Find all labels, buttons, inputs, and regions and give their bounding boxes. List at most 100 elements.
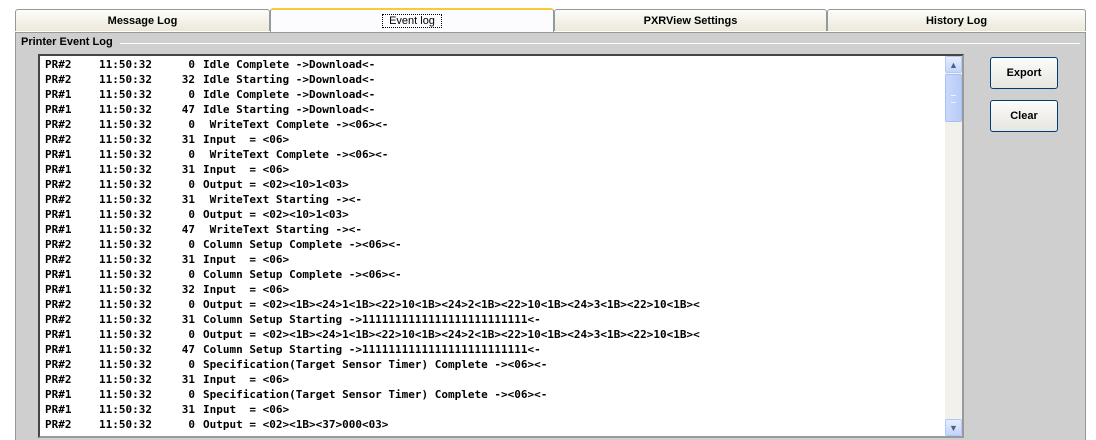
log-printer-id: PR#1 bbox=[45, 163, 72, 176]
log-message: Output = <02><1B><24>1<1B><22>10<1B><24>… bbox=[203, 298, 700, 311]
log-entry[interactable]: PR#1 11:50:32 31 Input = <06> bbox=[45, 403, 939, 418]
tab-history-log[interactable]: History Log bbox=[827, 9, 1086, 31]
log-entry[interactable]: PR#1 11:50:32 0 WriteText Complete -><06><… bbox=[45, 148, 939, 163]
log-code: 31 bbox=[181, 133, 195, 146]
tab-label: PXRView Settings bbox=[643, 14, 738, 27]
tab-event-log[interactable]: Event log bbox=[270, 8, 554, 32]
log-time: 11:50:32 bbox=[99, 148, 152, 161]
log-message: Column Setup Complete -><06><- bbox=[203, 268, 402, 281]
log-entry[interactable]: PR#1 11:50:32 0 Column Setup Complete -><06… bbox=[45, 268, 939, 283]
log-entry[interactable]: PR#2 11:50:32 31 Input = <06> bbox=[45, 253, 939, 268]
log-printer-id: PR#1 bbox=[45, 343, 72, 356]
log-time: 11:50:32 bbox=[99, 163, 152, 176]
log-time: 11:50:32 bbox=[99, 193, 152, 206]
vertical-scrollbar[interactable]: ▲ ▼ bbox=[945, 56, 962, 436]
log-message: Output = <02><1B><24>1<1B><22>10<1B><24>… bbox=[203, 328, 700, 341]
log-printer-id: PR#1 bbox=[45, 88, 72, 101]
scroll-up-button[interactable]: ▲ bbox=[945, 56, 962, 73]
log-time: 11:50:32 bbox=[99, 268, 152, 281]
log-printer-id: PR#1 bbox=[45, 208, 72, 221]
log-time: 11:50:32 bbox=[99, 313, 152, 326]
tab-label: Event log bbox=[382, 14, 442, 28]
log-code: 0 bbox=[188, 118, 195, 131]
log-time: 11:50:32 bbox=[99, 103, 152, 116]
event-log-list[interactable]: PR#2 11:50:32 0 Idle Complete ->Download<- P… bbox=[38, 54, 964, 438]
log-time: 11:50:32 bbox=[99, 223, 152, 236]
log-message: WriteText Starting -><- bbox=[203, 193, 362, 206]
log-entry[interactable]: PR#1 11:50:32 32 Input = <06> bbox=[45, 283, 939, 298]
log-message: Idle Starting ->Download<- bbox=[203, 103, 376, 116]
log-message: WriteText Complete -><06><- bbox=[203, 148, 389, 161]
grip-icon bbox=[951, 95, 956, 103]
log-time: 11:50:32 bbox=[99, 373, 152, 386]
scroll-thumb[interactable] bbox=[945, 74, 962, 122]
log-entry[interactable]: PR#1 11:50:32 47 Idle Starting ->Download<- bbox=[45, 103, 939, 118]
export-button[interactable]: Export bbox=[990, 57, 1058, 89]
log-entry[interactable]: PR#2 11:50:32 31 Input = <06> bbox=[45, 373, 939, 388]
log-entry[interactable]: PR#2 11:50:32 0 Idle Complete ->Download<- bbox=[45, 58, 939, 73]
log-message: Specification(Target Sensor Timer) Compl… bbox=[203, 388, 548, 401]
log-printer-id: PR#2 bbox=[45, 313, 72, 326]
log-message: Output = <02><10>1<03> bbox=[203, 178, 349, 191]
log-code: 31 bbox=[181, 403, 195, 416]
log-entry[interactable]: PR#2 11:50:32 0 Output = <02><1B><24>1<1B><… bbox=[45, 298, 939, 313]
log-message: Input = <06> bbox=[203, 373, 290, 386]
log-entry[interactable]: PR#2 11:50:32 0 Output = <02><1B><37>000<03… bbox=[45, 418, 939, 433]
log-entry[interactable]: PR#1 11:50:32 0 Idle Complete ->Download<- bbox=[45, 88, 939, 103]
log-code: 0 bbox=[188, 418, 195, 431]
log-entry[interactable]: PR#2 11:50:32 31 Column Setup Starting ->11… bbox=[45, 313, 939, 328]
log-time: 11:50:32 bbox=[99, 118, 152, 131]
log-code: 31 bbox=[181, 373, 195, 386]
tab-message-log[interactable]: Message Log bbox=[15, 9, 270, 31]
log-code: 0 bbox=[188, 148, 195, 161]
chevron-up-icon: ▲ bbox=[949, 59, 958, 70]
log-entry[interactable]: PR#2 11:50:32 31 Input = <06> bbox=[45, 133, 939, 148]
log-entry[interactable]: PR#1 11:50:32 0 Output = <02><1B><24>1<1B><… bbox=[45, 328, 939, 343]
log-message: Output = <02><10>1<03> bbox=[203, 208, 349, 221]
log-entry[interactable]: PR#1 11:50:32 47 Column Setup Starting ->11… bbox=[45, 343, 939, 358]
log-entry[interactable]: PR#1 11:50:32 0 Output = <02><10>1<03> bbox=[45, 208, 939, 223]
log-code: 0 bbox=[188, 388, 195, 401]
log-printer-id: PR#2 bbox=[45, 178, 72, 191]
log-time: 11:50:32 bbox=[99, 73, 152, 86]
scroll-down-button[interactable]: ▼ bbox=[945, 419, 962, 436]
log-entry[interactable]: PR#2 11:50:32 0 Specification(Target Sensor… bbox=[45, 358, 939, 373]
log-time: 11:50:32 bbox=[99, 133, 152, 146]
log-entry[interactable]: PR#1 11:50:32 0 Specification(Target Sensor… bbox=[45, 388, 939, 403]
log-entry[interactable]: PR#1 11:50:32 31 Input = <06> bbox=[45, 163, 939, 178]
clear-button[interactable]: Clear bbox=[990, 100, 1058, 132]
log-printer-id: PR#2 bbox=[45, 418, 72, 431]
log-printer-id: PR#2 bbox=[45, 118, 72, 131]
log-message: Input = <06> bbox=[203, 253, 290, 266]
log-time: 11:50:32 bbox=[99, 343, 152, 356]
log-time: 11:50:32 bbox=[99, 418, 152, 431]
log-printer-id: PR#1 bbox=[45, 328, 72, 341]
log-code: 32 bbox=[181, 73, 195, 86]
tab-pxrview-settings[interactable]: PXRView Settings bbox=[554, 9, 827, 31]
log-printer-id: PR#2 bbox=[45, 373, 72, 386]
log-printer-id: PR#2 bbox=[45, 253, 72, 266]
log-message: Column Setup Complete -><06><- bbox=[203, 238, 402, 251]
log-time: 11:50:32 bbox=[99, 208, 152, 221]
log-printer-id: PR#2 bbox=[45, 73, 72, 86]
log-message: Column Setup Starting ->1111111111111111… bbox=[203, 313, 541, 326]
groupbox-title: Printer Event Log bbox=[21, 36, 117, 48]
log-printer-id: PR#1 bbox=[45, 223, 72, 236]
log-message: WriteText Starting -><- bbox=[203, 223, 362, 236]
groupbox-border bbox=[120, 43, 1080, 44]
log-entry[interactable]: PR#2 11:50:32 0 Output = <02><10>1<03> bbox=[45, 178, 939, 193]
log-entry[interactable]: PR#2 11:50:32 0 WriteText Complete -><06><… bbox=[45, 118, 939, 133]
log-entry[interactable]: PR#2 11:50:32 0 Column Setup Complete -><06… bbox=[45, 238, 939, 253]
log-entry[interactable]: PR#2 11:50:32 32 Idle Starting ->Download<- bbox=[45, 73, 939, 88]
log-code: 31 bbox=[181, 163, 195, 176]
log-message: Input = <06> bbox=[203, 283, 290, 296]
log-code: 47 bbox=[181, 223, 195, 236]
log-entry[interactable]: PR#2 11:50:32 31 WriteText Starting -><- bbox=[45, 193, 939, 208]
log-printer-id: PR#1 bbox=[45, 388, 72, 401]
log-printer-id: PR#2 bbox=[45, 133, 72, 146]
log-printer-id: PR#2 bbox=[45, 298, 72, 311]
log-entry[interactable]: PR#1 11:50:32 47 WriteText Starting -><- bbox=[45, 223, 939, 238]
log-message: Input = <06> bbox=[203, 163, 290, 176]
log-code: 32 bbox=[181, 283, 195, 296]
log-printer-id: PR#2 bbox=[45, 58, 72, 71]
